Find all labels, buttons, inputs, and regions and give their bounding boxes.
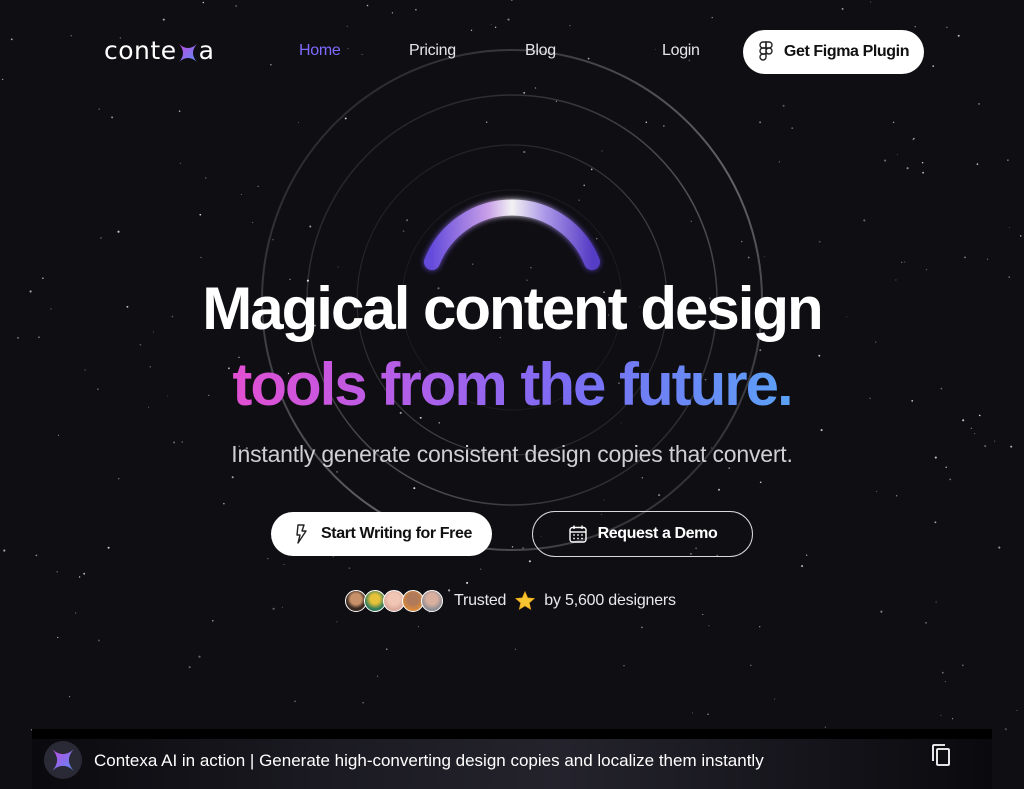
trusted-by-designers: Trusted by 5,600 designers — [345, 588, 676, 614]
x-star-mark-icon — [178, 44, 197, 62]
logo-text-suffix: a — [198, 35, 215, 65]
video-title[interactable]: Contexa AI in action | Generate high-con… — [94, 751, 764, 771]
top-navigation: conte a Home Pricing Blog Login Get Figm… — [0, 0, 1024, 104]
hero-headline-line2: tools from the future. — [0, 350, 1024, 419]
avatar-stack — [345, 590, 443, 612]
start-writing-label: Start Writing for Free — [321, 525, 472, 542]
nav-link-pricing[interactable]: Pricing — [409, 42, 456, 60]
nav-link-login[interactable]: Login — [662, 42, 700, 60]
request-demo-button[interactable]: Request a Demo — [532, 511, 753, 557]
glowing-arc-decoration — [424, 199, 600, 270]
request-demo-label: Request a Demo — [597, 525, 718, 542]
start-writing-button[interactable]: Start Writing for Free — [271, 512, 492, 556]
bolt-icon — [296, 524, 307, 544]
x-star-mark-icon — [52, 749, 74, 771]
nav-link-home[interactable]: Home — [299, 42, 341, 60]
logo-text-prefix: conte — [104, 35, 177, 65]
trusted-label: Trusted — [454, 592, 507, 609]
hero-subtitle: Instantly generate consistent design cop… — [231, 441, 793, 467]
figma-icon — [759, 41, 773, 61]
get-figma-plugin-button[interactable]: Get Figma Plugin — [743, 30, 924, 74]
video-preview[interactable]: Contexa AI in action | Generate high-con… — [32, 729, 992, 789]
avatar — [421, 590, 443, 612]
contexa-logo[interactable]: conte a — [104, 32, 214, 68]
star-icon — [515, 590, 536, 611]
copy-icon[interactable] — [930, 743, 952, 767]
gradient-headline-text: tools from the future. — [232, 351, 793, 418]
designer-count-text: by 5,600 designers — [544, 592, 676, 609]
calendar-icon — [568, 525, 587, 543]
channel-avatar[interactable] — [44, 741, 82, 779]
hero-headline-line1: Magical content design — [202, 275, 823, 342]
get-figma-plugin-label: Get Figma Plugin — [783, 43, 910, 60]
nav-link-blog[interactable]: Blog — [525, 42, 556, 60]
